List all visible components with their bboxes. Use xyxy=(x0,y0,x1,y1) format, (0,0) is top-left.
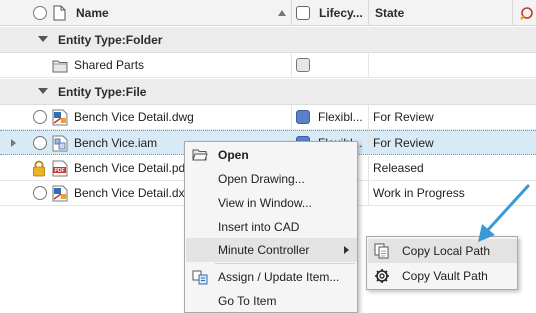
dwg-file-icon xyxy=(52,109,68,126)
state-value: For Review xyxy=(373,136,434,150)
menu-item-open[interactable]: Open xyxy=(186,143,357,167)
row-radio[interactable] xyxy=(33,186,47,200)
submenu-arrow-icon xyxy=(344,246,349,254)
folder-icon xyxy=(52,60,68,73)
header-checkbox-icon[interactable] xyxy=(296,6,310,20)
svg-text:PDF: PDF xyxy=(55,168,65,174)
pdf-file-icon: PDF xyxy=(52,160,68,177)
open-folder-icon xyxy=(192,149,208,161)
cell-divider xyxy=(368,105,369,129)
menu-item-insert-into-cad[interactable]: Insert into CAD xyxy=(186,215,357,239)
column-chooser-icon[interactable] xyxy=(518,5,534,21)
row-radio[interactable] xyxy=(33,110,47,124)
menu-item-go-to-item[interactable]: Go To Item xyxy=(186,289,357,313)
table-row[interactable]: Shared Parts xyxy=(0,53,536,78)
state-value: Work in Progress xyxy=(373,186,465,200)
group-header-file[interactable]: Entity Type:File xyxy=(0,79,536,105)
grid-header: Name Lifecy... State xyxy=(0,0,536,26)
cell-divider xyxy=(368,131,369,154)
menu-item-label: Go To Item xyxy=(218,294,277,308)
menu-item-label: Open xyxy=(218,148,249,162)
state-value: For Review xyxy=(373,110,434,124)
row-radio[interactable] xyxy=(33,136,47,150)
row-checkbox[interactable] xyxy=(296,58,310,72)
file-name: Bench Vice.iam xyxy=(74,136,158,150)
menu-item-label: Open Drawing... xyxy=(218,172,305,186)
assembly-file-icon xyxy=(52,135,68,152)
vault-gear-icon xyxy=(375,269,389,283)
menu-item-label: View in Window... xyxy=(218,196,312,210)
group-header-folder[interactable]: Entity Type:Folder xyxy=(0,27,536,53)
context-menu: Open Open Drawing... View in Window... I… xyxy=(184,141,358,313)
menu-item-open-drawing[interactable]: Open Drawing... xyxy=(186,167,357,191)
file-name: Bench Vice Detail.dxf xyxy=(74,186,188,200)
state-value: Released xyxy=(373,161,424,175)
cell-divider xyxy=(368,53,369,77)
cell-divider xyxy=(368,181,369,205)
menu-item-assign-update-item[interactable]: Assign / Update Item... xyxy=(186,265,357,289)
column-state-header[interactable]: State xyxy=(375,0,404,26)
file-name: Bench Vice Detail.dwg xyxy=(74,110,194,124)
file-name: Bench Vice Detail.pdf xyxy=(74,161,189,175)
column-divider[interactable] xyxy=(512,0,513,26)
sort-ascending-icon[interactable] xyxy=(277,9,287,17)
header-radio-icon[interactable] xyxy=(33,6,47,20)
collapse-triangle-icon[interactable] xyxy=(38,36,48,42)
menu-item-label: Assign / Update Item... xyxy=(218,270,340,284)
header-file-icon xyxy=(53,5,66,21)
lock-icon xyxy=(33,160,45,177)
row-checkbox[interactable] xyxy=(296,110,310,124)
file-name: Shared Parts xyxy=(74,58,145,72)
column-divider[interactable] xyxy=(291,0,292,26)
menu-item-copy-vault-path[interactable]: Copy Vault Path xyxy=(368,264,517,288)
column-divider[interactable] xyxy=(368,0,369,26)
assign-item-icon xyxy=(192,270,208,285)
cell-divider xyxy=(368,156,369,180)
copy-path-icon xyxy=(374,243,389,259)
cell-divider xyxy=(291,53,292,77)
callout-arrow-icon xyxy=(478,184,530,242)
menu-item-label: Copy Vault Path xyxy=(402,269,488,283)
group-label: Entity Type:File xyxy=(58,85,147,99)
table-row[interactable]: Bench Vice Detail.dwg Flexibl... For Rev… xyxy=(0,105,536,130)
column-lifecycle-header[interactable]: Lifecy... xyxy=(319,0,363,26)
menu-separator xyxy=(215,263,355,264)
menu-item-view-in-window[interactable]: View in Window... xyxy=(186,191,357,215)
dxf-file-icon xyxy=(52,185,68,202)
collapse-triangle-icon[interactable] xyxy=(38,88,48,94)
column-name-header[interactable]: Name xyxy=(76,0,109,26)
current-row-indicator-icon xyxy=(11,139,16,147)
menu-item-minute-controller[interactable]: Minute Controller xyxy=(186,238,357,262)
menu-item-label: Minute Controller xyxy=(218,243,310,257)
menu-item-label: Insert into CAD xyxy=(218,220,300,234)
group-label: Entity Type:Folder xyxy=(58,33,163,47)
lifecycle-value: Flexibl... xyxy=(318,110,363,124)
cell-divider xyxy=(291,105,292,129)
